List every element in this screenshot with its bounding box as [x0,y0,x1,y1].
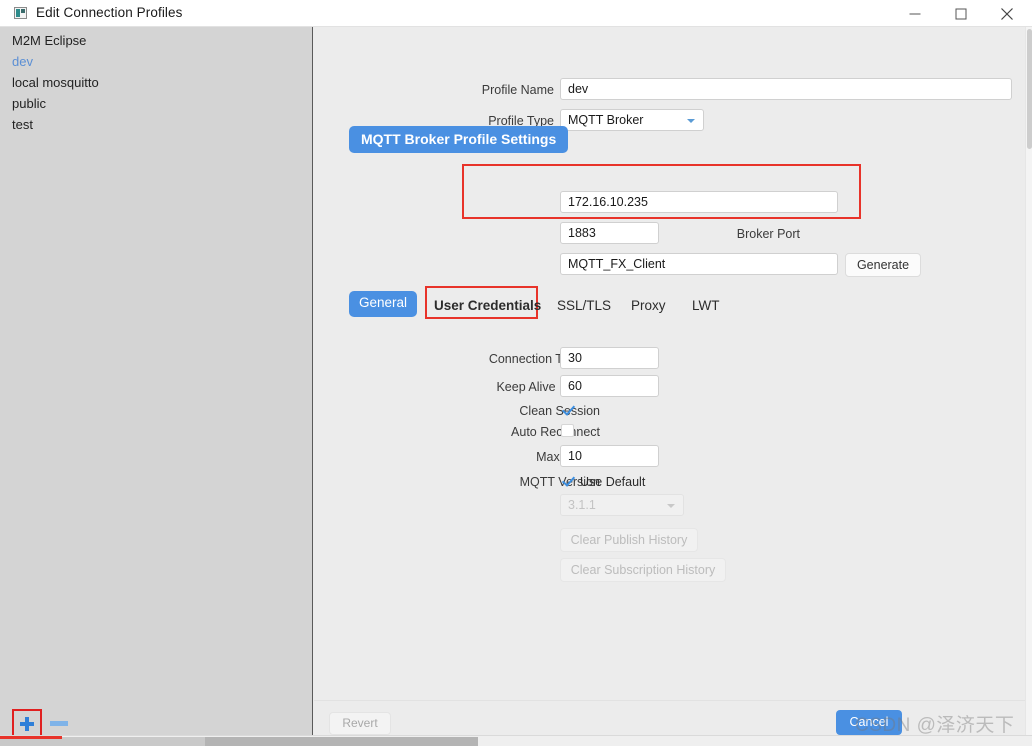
use-default-version-checkbox[interactable] [561,474,574,487]
profile-name-label: Profile Name [481,83,554,97]
profile-type-select[interactable]: MQTT Broker [560,109,704,131]
window-title: Edit Connection Profiles [36,5,183,20]
clear-publish-history-button[interactable]: Clear Publish History [560,528,698,552]
tab-user-credentials[interactable]: User Credentials [434,294,541,320]
tab-lwt[interactable]: LWT [692,294,720,320]
profiles-sidebar: M2M Eclipse dev local mosquitto public t… [0,27,313,739]
sidebar-item-test[interactable]: test [12,117,33,132]
broker-address-input[interactable]: 172.16.10.235 [560,191,838,213]
sidebar-item-m2m-eclipse[interactable]: M2M Eclipse [12,33,86,48]
broker-port-input[interactable]: 1883 [560,222,659,244]
clean-session-checkbox[interactable] [561,403,574,416]
profile-type-value: MQTT Broker [568,113,644,127]
mqtt-broker-profile-settings-badge: MQTT Broker Profile Settings [349,126,569,153]
minimize-button[interactable] [892,0,938,27]
sidebar-item-public[interactable]: public [12,96,46,111]
chevron-down-icon [687,119,695,123]
revert-button[interactable]: Revert [329,712,391,735]
sidebar-item-dev[interactable]: dev [12,54,33,69]
horizontal-scrollbar[interactable] [0,735,1032,746]
use-default-label: Use Default [580,475,646,489]
connection-timeout-input[interactable]: 30 [560,347,659,369]
max-inflight-input[interactable]: 10 [560,445,659,467]
client-id-input[interactable]: MQTT_FX_Client [560,253,838,275]
horizontal-scrollbar-marker [0,736,62,739]
cancel-button[interactable]: Cancel [836,710,902,735]
edit-connection-profiles-window: Edit Connection Profiles M2M Eclipse dev… [0,0,1032,746]
chevron-down-icon [667,504,675,508]
broker-port-label: Broker Port [736,227,800,241]
title-bar: Edit Connection Profiles [0,0,1032,27]
mqtt-version-select[interactable]: 3.1.1 [560,494,684,516]
profile-editor-panel: Profile Name dev Profile Type MQTT Broke… [314,27,1025,735]
minus-icon [50,721,68,726]
vertical-scrollbar-thumb[interactable] [1027,29,1032,149]
generate-client-id-button[interactable]: Generate [845,253,921,277]
close-button[interactable] [984,0,1030,27]
tab-proxy[interactable]: Proxy [631,294,666,320]
vertical-scrollbar[interactable] [1025,27,1032,735]
tab-ssl-tls[interactable]: SSL/TLS [557,294,611,320]
plus-icon [20,717,34,731]
profile-name-input[interactable]: dev [560,78,1012,100]
sidebar-item-local-mosquitto[interactable]: local mosquitto [12,75,99,90]
clear-subscription-history-button[interactable]: Clear Subscription History [560,558,726,582]
app-window-icon [14,7,27,19]
tab-general[interactable]: General [349,291,418,317]
maximize-button[interactable] [938,0,984,27]
mqtt-version-value: 3.1.1 [568,498,596,512]
dialog-footer: Revert Cancel [314,700,1025,735]
auto-reconnect-checkbox[interactable] [561,424,574,437]
keep-alive-interval-input[interactable]: 60 [560,375,659,397]
